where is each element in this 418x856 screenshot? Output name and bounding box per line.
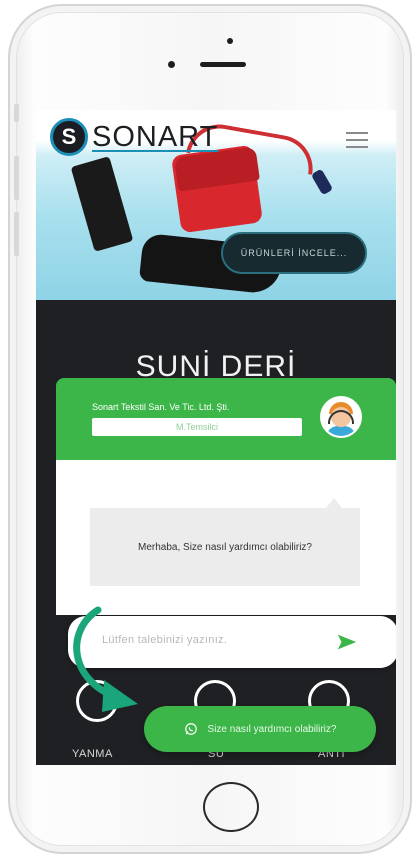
earpiece-speaker bbox=[200, 62, 246, 67]
chat-header: Sonart Tekstil San. Ve Tic. Ltd. Şti. M.… bbox=[56, 378, 396, 460]
bubble-tip bbox=[326, 498, 342, 508]
home-button bbox=[203, 782, 259, 832]
front-camera bbox=[168, 61, 175, 68]
feature-label-1: YANMA bbox=[72, 748, 113, 760]
chat-company-name: Sonart Tekstil San. Ve Tic. Ltd. Şti. bbox=[92, 402, 230, 412]
logo-mark: S bbox=[50, 118, 88, 156]
send-icon[interactable] bbox=[336, 631, 358, 653]
volume-down-button bbox=[14, 212, 19, 256]
whatsapp-icon bbox=[184, 723, 197, 735]
sensor-dot bbox=[227, 38, 233, 44]
wallet-image bbox=[70, 156, 134, 252]
whatsapp-label: Size nasıl yardımcı olabiliriz? bbox=[207, 723, 337, 735]
chat-message-bubble: Merhaba, Size nasıl yardımcı olabiliriz? bbox=[90, 508, 360, 586]
chat-body: Merhaba, Size nasıl yardımcı olabiliriz? bbox=[56, 460, 396, 615]
phone-screen: S SONART ÜRÜNLERİ İNCELE... SUNİ DERİ YA… bbox=[36, 110, 396, 765]
whatsapp-chat-button[interactable]: Size nasıl yardımcı olabiliriz? bbox=[144, 706, 376, 752]
agent-avatar bbox=[320, 396, 362, 438]
chat-representative: M.Temsilci bbox=[92, 418, 302, 436]
volume-up-button bbox=[14, 156, 19, 200]
browse-products-button[interactable]: ÜRÜNLERİ İNCELE... bbox=[221, 232, 367, 274]
curved-arrow-icon bbox=[73, 606, 138, 712]
mute-switch bbox=[14, 104, 19, 122]
hero-banner: S SONART ÜRÜNLERİ İNCELE... bbox=[36, 110, 396, 300]
logo-text: SONART bbox=[92, 120, 219, 153]
site-logo[interactable]: S SONART bbox=[50, 118, 218, 156]
hamburger-menu-icon[interactable] bbox=[346, 132, 368, 153]
keychain-image bbox=[310, 168, 334, 196]
